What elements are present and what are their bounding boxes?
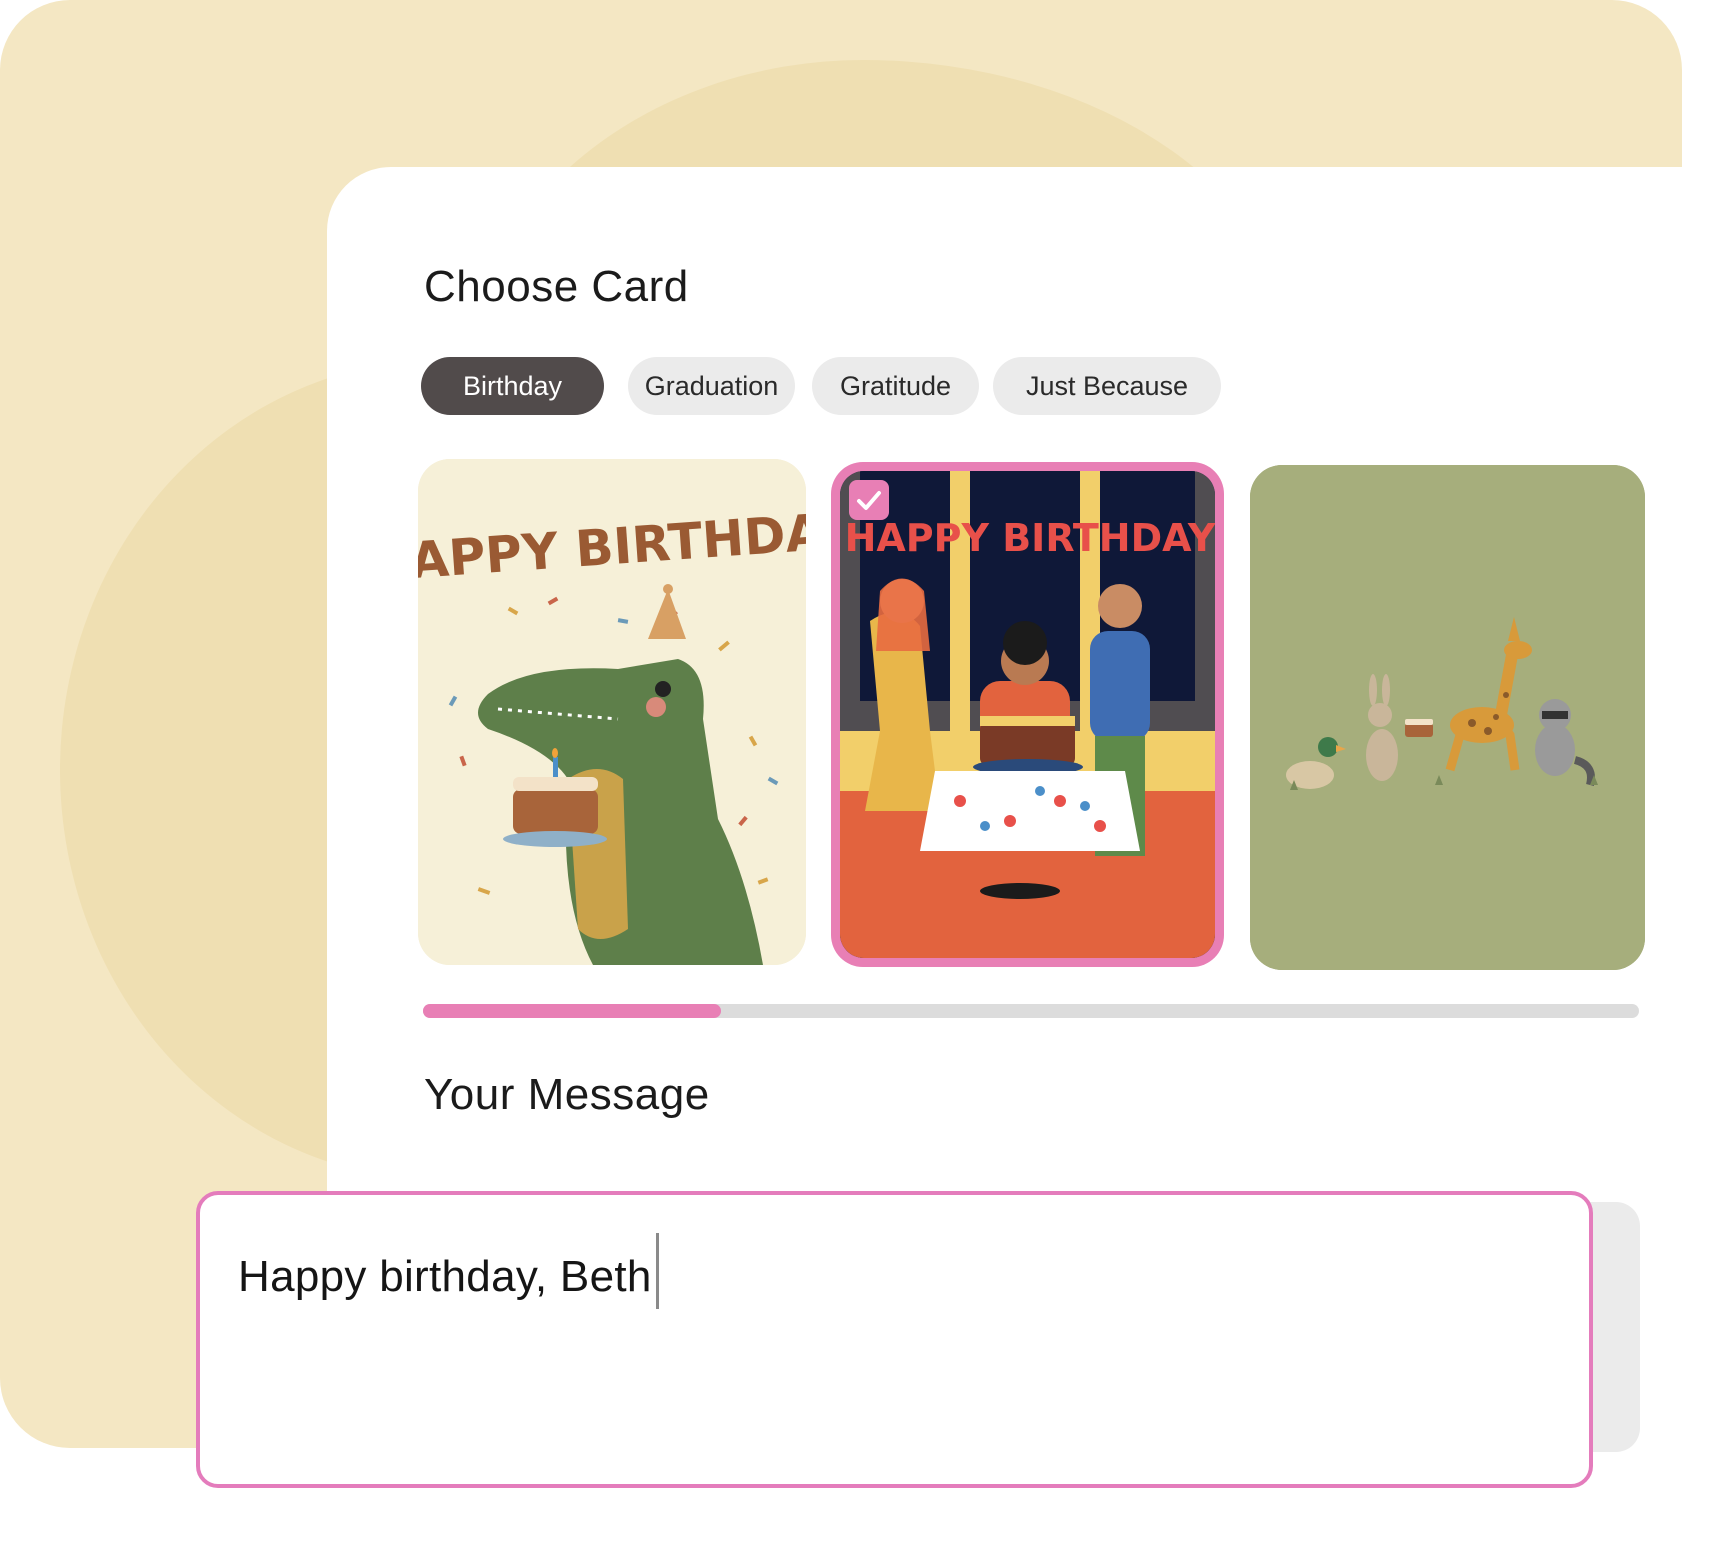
your-message-heading: Your Message: [424, 1070, 710, 1119]
card-option-family-party[interactable]: HAPPY BIRTHDAY: [831, 462, 1224, 967]
message-text: Happy birthday, Beth: [238, 1233, 659, 1309]
animal-parade-illustration: [1250, 465, 1645, 970]
choose-card-heading: Choose Card: [424, 262, 689, 311]
crocodile-illustration: HAPPY BIRTHDAY: [418, 459, 806, 965]
svg-text:HAPPY BIRTHDAY: HAPPY BIRTHDAY: [845, 516, 1215, 560]
card-option-animal-parade[interactable]: [1250, 465, 1645, 970]
tab-birthday[interactable]: Birthday: [421, 357, 604, 415]
tab-graduation[interactable]: Graduation: [628, 357, 795, 415]
selected-check-icon: [849, 480, 889, 520]
text-caret: [655, 1233, 659, 1309]
carousel-scrollbar[interactable]: [423, 1004, 1639, 1018]
scrollbar-thumb[interactable]: [423, 1004, 721, 1018]
family-party-illustration: HAPPY BIRTHDAY: [840, 471, 1215, 958]
card-image-frame: HAPPY BIRTHDAY: [840, 471, 1215, 958]
tab-gratitude[interactable]: Gratitude: [812, 357, 979, 415]
message-input[interactable]: Happy birthday, Beth: [196, 1191, 1593, 1488]
tab-just-because[interactable]: Just Because: [993, 357, 1221, 415]
card-option-crocodile[interactable]: HAPPY BIRTHDAY: [418, 459, 806, 965]
